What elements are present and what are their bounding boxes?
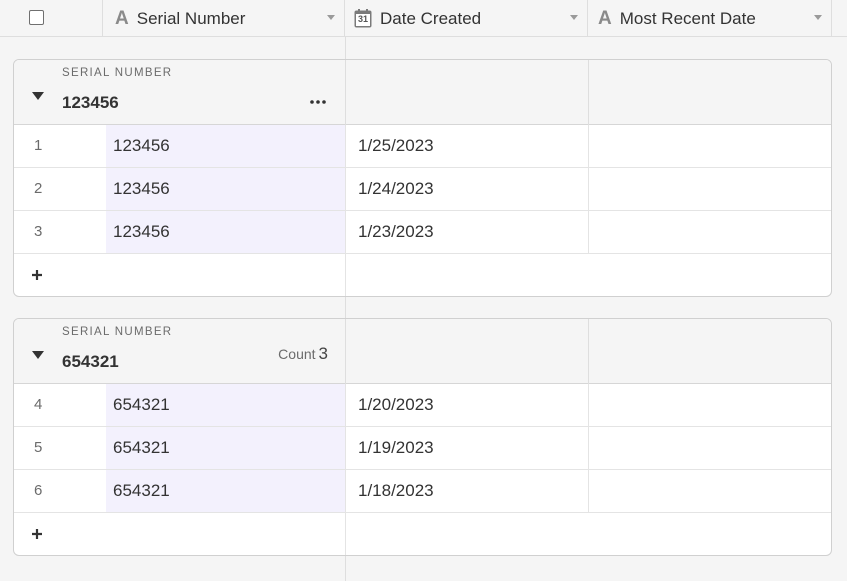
row-number: 5	[34, 439, 43, 456]
serial-number-cell[interactable]: 654321	[106, 427, 345, 469]
calendar-field-icon: 31	[354, 9, 372, 28]
date-created-cell[interactable]: 1/20/2023	[345, 384, 588, 426]
group-value: 654321	[62, 352, 119, 371]
collapse-triangle-icon[interactable]	[31, 88, 45, 106]
group-count: Count 3	[278, 344, 328, 364]
group-count-value: 3	[318, 344, 328, 363]
table-row[interactable]: 6 654321 1/18/2023	[14, 470, 831, 513]
most-recent-date-cell[interactable]	[588, 168, 831, 210]
group-value: 123456	[62, 93, 119, 112]
most-recent-date-cell[interactable]	[588, 384, 831, 426]
row-number: 2	[34, 180, 43, 197]
select-all-checkbox[interactable]	[29, 10, 44, 25]
group-field-label: SERIAL NUMBER	[62, 326, 173, 338]
date-created-cell[interactable]: 1/18/2023	[345, 470, 588, 512]
record-group: SERIAL NUMBER 654321 Count 3 4 654321 1/2…	[13, 318, 832, 556]
add-record-icon[interactable]	[31, 268, 43, 286]
row-number: 3	[34, 223, 43, 240]
grid-header: A Serial Number 31 Date Created A Most R…	[0, 0, 847, 37]
column-divider	[588, 319, 589, 384]
collapse-triangle-icon[interactable]	[31, 347, 45, 365]
most-recent-date-cell[interactable]	[588, 211, 831, 253]
column-divider	[345, 319, 346, 384]
group-header: SERIAL NUMBER 123456	[14, 60, 831, 125]
date-created-cell[interactable]: 1/23/2023	[345, 211, 588, 253]
table-row[interactable]: 4 654321 1/20/2023	[14, 384, 831, 427]
most-recent-date-cell[interactable]	[588, 427, 831, 469]
chevron-down-icon[interactable]	[569, 14, 579, 21]
column-divider	[345, 254, 346, 296]
text-field-icon: A	[598, 7, 612, 29]
serial-number-cell[interactable]: 654321	[106, 384, 345, 426]
more-options-icon[interactable]	[310, 91, 326, 109]
add-record-row[interactable]	[14, 254, 831, 296]
group-header: SERIAL NUMBER 654321 Count 3	[14, 319, 831, 384]
row-number: 4	[34, 396, 43, 413]
serial-number-cell[interactable]: 123456	[106, 168, 345, 210]
column-divider	[345, 513, 346, 555]
column-divider	[345, 60, 346, 125]
column-header-serial-number[interactable]: A Serial Number	[103, 0, 345, 37]
most-recent-date-cell[interactable]	[588, 125, 831, 167]
column-header-date-created[interactable]: 31 Date Created	[345, 0, 588, 37]
table-row[interactable]: 2 123456 1/24/2023	[14, 168, 831, 211]
table-row[interactable]: 1 123456 1/25/2023	[14, 125, 831, 168]
table-row[interactable]: 5 654321 1/19/2023	[14, 427, 831, 470]
chevron-down-icon[interactable]	[813, 14, 823, 21]
table-row[interactable]: 3 123456 1/23/2023	[14, 211, 831, 254]
add-record-row[interactable]	[14, 513, 831, 555]
column-header-label: Serial Number	[136, 8, 246, 28]
group-field-label: SERIAL NUMBER	[62, 67, 173, 79]
column-divider	[588, 60, 589, 125]
text-field-icon: A	[115, 7, 129, 29]
chevron-down-icon[interactable]	[326, 14, 336, 21]
group-count-label: Count	[278, 346, 316, 362]
select-all-cell	[0, 0, 103, 37]
add-record-icon[interactable]	[31, 527, 43, 545]
record-group: SERIAL NUMBER 123456 1 123456 1/25/2023 …	[13, 59, 832, 297]
column-header-label: Most Recent Date	[619, 8, 756, 28]
serial-number-cell[interactable]: 654321	[106, 470, 345, 512]
date-created-cell[interactable]: 1/25/2023	[345, 125, 588, 167]
row-number: 6	[34, 482, 43, 499]
most-recent-date-cell[interactable]	[588, 470, 831, 512]
serial-number-cell[interactable]: 123456	[106, 211, 345, 253]
column-header-most-recent-date[interactable]: A Most Recent Date	[588, 0, 832, 37]
row-number: 1	[34, 137, 43, 154]
column-header-label: Date Created	[380, 8, 482, 28]
date-created-cell[interactable]: 1/19/2023	[345, 427, 588, 469]
serial-number-cell[interactable]: 123456	[106, 125, 345, 167]
date-created-cell[interactable]: 1/24/2023	[345, 168, 588, 210]
